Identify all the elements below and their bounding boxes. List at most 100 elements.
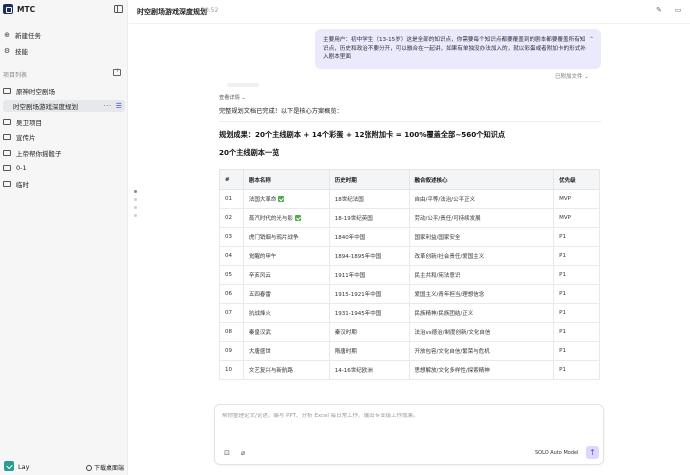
chevron-up-down-icon[interactable]: ⌃ [589,36,594,45]
chat-input[interactable] [222,413,592,419]
script-name-text: 法国大革命 [248,197,277,203]
table-row: 05 辛亥风云 1911年中国 民主共和/宪法意识 P1 [219,265,600,285]
cell-row-number: 02 [219,208,244,228]
puzzle-icon: ⚙ [3,47,11,55]
script-name-text: 大唐盛世 [248,349,271,355]
add-folder-icon[interactable] [113,67,121,76]
folder-icon [3,181,11,187]
project-label: 吴卫项目 [16,119,42,127]
table-row: 04 觉醒的甲午 1894-1895年中国 改革创新/社会责任/爱国主义 P1 [219,246,600,266]
more-icon[interactable]: ··· [104,102,112,110]
project-item[interactable]: 临时 [3,178,125,190]
paperclip-icon[interactable]: ⌀ [239,449,247,457]
download-desktop-button[interactable]: 下载桌面端 [86,463,124,472]
project-label: 0-1 [16,164,27,172]
app-name: MTC [17,5,36,14]
cell-history-period: 1894-1895年中国 [328,246,410,266]
cell-narrative-core: 法治vs德治/制度创新/文化自信 [408,322,555,342]
table-row: 01 法国大革命 18世纪法国 自由/平等/法治/公平正义 MVP [219,189,600,209]
avatar[interactable] [4,461,14,471]
cell-history-period: 1840年中国 [328,227,410,247]
project-item[interactable]: 上帝帮你摇骰子 [3,147,125,159]
download-icon [86,464,92,471]
project-label: 宣传片 [16,134,36,142]
project-item[interactable]: 吴卫项目 [3,116,125,128]
cell-row-number: 09 [219,341,244,361]
row-number-text: 10 [225,367,232,373]
nav-skills-label: 技能 [15,48,28,56]
project-item[interactable]: 宣传片 [3,131,125,143]
scroll-dot[interactable] [134,198,137,201]
narrative-core-text: 开放包容/文化自信/繁荣与危机 [414,349,490,355]
narrative-core-text: 法治vs德治/制度创新/文化自信 [414,330,491,336]
history-period-text: 14-16世纪欧洲 [334,368,373,374]
app-logo-icon [3,4,13,14]
table-body: 01 法国大革命 18世纪法国 自由/平等/法治/公平正义 MVP 02 蒸汽时代的光与影 1… [219,189,600,380]
nav-skills[interactable]: ⚙ 技能 [3,45,123,57]
cell-row-number: 10 [219,360,244,380]
table-row: 03 虎门销烟与鸦片战争 1840年中国 国家利益/国家安全 P1 [219,227,600,247]
priority-text: P1 [559,329,566,335]
folder-icon [3,150,11,156]
scroll-dot[interactable] [134,190,137,193]
folder-icon [3,134,11,140]
script-table: # 剧本名称 历史时期 融合叙述核心 优先级 01 法国大革命 18世纪法国 自由/平… [219,169,600,380]
cell-priority: P1 [553,341,600,361]
task-tree-icon[interactable]: ☰ [116,102,122,110]
project-item-active[interactable]: 时空剧场游戏深度规划 ··· ☰ [3,100,125,112]
history-period-text: 秦汉时期 [334,330,357,336]
cell-script-name: 五四春雷 [242,284,330,304]
nav-new-task-label: 新建任务 [15,32,41,40]
scroll-indicator[interactable] [134,190,138,222]
edit-icon[interactable]: ✎ [655,6,663,14]
project-item[interactable]: 原神时空剧场 [3,85,125,97]
project-label: 时空剧场游戏深度规划 [13,103,78,111]
script-name-text: 抗战烽火 [248,311,271,317]
send-button[interactable]: ↑ [586,446,599,459]
project-item[interactable]: 0-1 [3,162,125,174]
attached-file-label[interactable]: 已附加文件 ⌄ [555,72,589,80]
project-label: 上帝帮你摇骰子 [16,150,62,158]
cell-priority: P1 [553,227,600,247]
project-list-label: 项目列表 [3,72,28,79]
history-period-text: 1894-1895年中国 [334,254,382,260]
table-row: 07 抗战烽火 1931-1945年中国 民族精神/民族团结/正义 P1 [219,303,600,323]
priority-text: P1 [559,348,566,354]
folder-icon [3,119,11,125]
cell-priority: P1 [553,303,600,323]
nav-new-task[interactable]: ⊕ 新建任务 [3,29,123,41]
priority-text: P1 [559,291,566,297]
attach-context-icon[interactable]: ⊡ [223,449,231,457]
narrative-core-text: 自由/平等/法治/公平正义 [414,197,476,203]
cell-priority: P1 [553,246,600,266]
model-selector[interactable]: SOLO Auto Model [535,450,578,456]
divider [219,121,601,122]
scroll-dot[interactable] [134,206,137,209]
table-row: 02 蒸汽时代的光与影 18-19世纪英国 劳动/公平/责任/可持续发展 MVP [219,208,600,228]
row-number-text: 01 [225,196,232,202]
cell-history-period: 1931-1945年中国 [328,303,410,323]
cell-script-name: 大唐盛世 [242,341,330,361]
title-bar: 时空剧场游戏深度规划 20:52 ✎ ▭ [129,0,690,24]
expand-details-link[interactable]: 查看详情 ⌄ [219,94,246,101]
cell-narrative-core: 劳动/公平/责任/可持续发展 [408,208,555,228]
cell-priority: P1 [553,284,600,304]
cell-narrative-core: 开放包容/文化自信/繁荣与危机 [408,341,555,361]
row-number-text: 04 [225,253,232,259]
cell-narrative-core: 改革创新/社会责任/爱国主义 [408,246,555,266]
row-number-text: 02 [225,215,232,221]
priority-text: MVP [559,196,571,202]
cell-row-number: 07 [219,303,244,323]
sidebar-toggle-icon[interactable] [114,5,123,13]
history-period-text: 1915-1921年中国 [334,292,382,298]
scroll-dot[interactable] [134,214,137,217]
narrative-core-text: 思想解放/文化多样性/探索精神 [414,368,490,374]
history-period-text: 1931-1945年中国 [334,311,382,317]
script-name-text: 虎门销烟与鸦片战争 [248,235,299,241]
column-header: 历史时期 [328,169,410,190]
cell-script-name: 觉醒的甲午 [242,246,330,266]
panel-icon[interactable]: ▭ [674,6,682,14]
assistant-summary: 完整规划文档已完成！以下是核心方案概览： [219,108,343,115]
cell-priority: MVP [553,189,600,209]
history-period-text: 隋唐时期 [334,349,357,355]
